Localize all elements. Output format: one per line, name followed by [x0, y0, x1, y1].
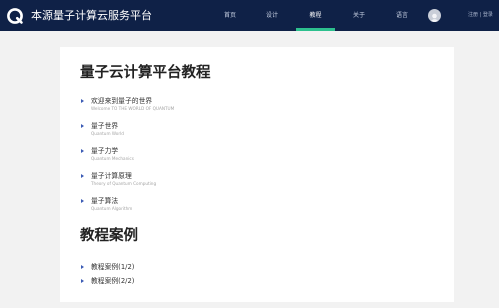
triangle-right-icon: [81, 99, 84, 103]
q-logo-icon[interactable]: [6, 7, 24, 25]
tutorial-link-welcome[interactable]: 欢迎来到量子的世界: [91, 97, 152, 105]
register-link[interactable]: 注册: [468, 12, 478, 18]
page-title: 量子云计算平台教程: [80, 65, 211, 81]
cases-heading: 教程案例: [80, 228, 138, 244]
site-brand[interactable]: 本源量子计算云服务平台: [31, 9, 152, 23]
triangle-right-icon: [81, 174, 84, 178]
tutorial-subtitle: Quantum Algorithm: [91, 206, 133, 211]
tutorial-subtitle: Quantum World: [91, 131, 124, 136]
nav-home[interactable]: 首页: [215, 0, 245, 31]
triangle-right-icon: [81, 149, 84, 153]
triangle-right-icon: [81, 124, 84, 128]
user-avatar-icon[interactable]: [428, 9, 441, 22]
tutorial-subtitle: Quantum Mechanics: [91, 156, 134, 161]
tutorial-link-computing-theory[interactable]: 量子计算原理: [91, 172, 132, 180]
auth-links: 注册 | 登录: [468, 0, 493, 31]
top-navigation-bar: 本源量子计算云服务平台 首页 设计 教程 关于 语言 注册 | 登录: [0, 0, 499, 31]
case-link-part-2[interactable]: 教程案例(2/2): [91, 277, 134, 285]
triangle-right-icon: [81, 279, 84, 283]
tutorial-card: 量子云计算平台教程 欢迎来到量子的世界 Welcome TO THE WORLD…: [60, 47, 454, 302]
tutorial-link-quantum-mechanics[interactable]: 量子力学: [91, 147, 118, 155]
triangle-right-icon: [81, 265, 84, 269]
auth-separator: |: [479, 12, 482, 18]
nav-design[interactable]: 设计: [257, 0, 287, 31]
active-tab-indicator: [296, 28, 335, 31]
login-link[interactable]: 登录: [483, 12, 493, 18]
nav-about[interactable]: 关于: [344, 0, 374, 31]
case-link-part-1[interactable]: 教程案例(1/2): [91, 263, 134, 271]
nav-tutorials[interactable]: 教程: [296, 0, 335, 31]
tutorial-subtitle: Theory of Quantum Computing: [91, 181, 157, 186]
nav-language[interactable]: 语言: [387, 0, 417, 31]
tutorial-subtitle: Welcome TO THE WORLD OF QUANTUM: [91, 106, 175, 111]
tutorial-link-quantum-world[interactable]: 量子世界: [91, 122, 118, 130]
tutorial-link-quantum-algorithm[interactable]: 量子算法: [91, 197, 118, 205]
triangle-right-icon: [81, 199, 84, 203]
